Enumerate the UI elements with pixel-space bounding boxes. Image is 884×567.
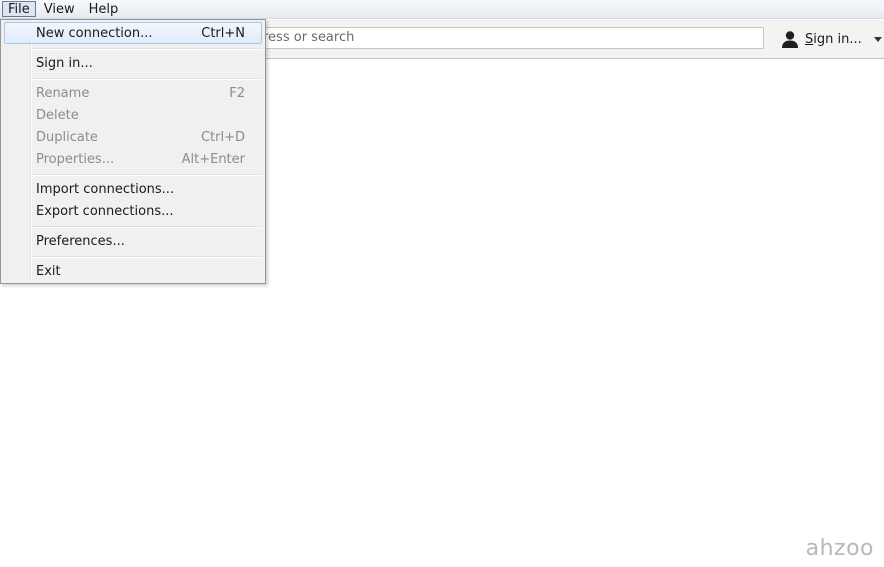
menu-item-label: Import connections... xyxy=(36,182,175,197)
menu-view[interactable]: View xyxy=(38,1,81,17)
menu-item-shortcut: Ctrl+D xyxy=(200,130,245,145)
menu-item-shortcut: Alt+Enter xyxy=(181,152,245,167)
address-placeholder-text: ress or search xyxy=(263,30,355,45)
file-dropdown-menu: New connection... Ctrl+N Sign in... Rena… xyxy=(0,19,266,284)
menu-file[interactable]: File xyxy=(2,1,36,17)
menu-item-import-connections[interactable]: Import connections... xyxy=(4,178,262,200)
menu-item-label: Sign in... xyxy=(36,56,93,71)
menu-item-label: Duplicate xyxy=(36,130,98,145)
menu-bar: File View Help xyxy=(0,0,884,19)
menu-separator xyxy=(32,48,262,50)
menu-help[interactable]: Help xyxy=(83,1,125,17)
menu-item-label: Rename xyxy=(36,86,90,101)
menu-separator xyxy=(32,226,262,228)
menu-item-label: New connection... xyxy=(36,26,153,41)
menu-item-label: Preferences... xyxy=(36,234,125,249)
menu-item-delete[interactable]: Delete xyxy=(4,104,262,126)
sign-in-label: Sign in... xyxy=(805,31,862,47)
menu-item-properties[interactable]: Properties... Alt+Enter xyxy=(4,148,262,170)
watermark-text: ahzoo xyxy=(805,536,874,561)
menu-item-label: Delete xyxy=(36,108,79,123)
chevron-down-icon[interactable] xyxy=(873,36,882,42)
app-window: File View Help ress or search Sign in...… xyxy=(0,0,884,567)
menu-item-preferences[interactable]: Preferences... xyxy=(4,230,262,252)
user-icon xyxy=(782,31,798,48)
menu-item-shortcut: Ctrl+N xyxy=(201,26,245,41)
menu-item-new-connection[interactable]: New connection... Ctrl+N xyxy=(4,22,262,44)
menu-item-shortcut: F2 xyxy=(229,86,245,101)
menu-item-duplicate[interactable]: Duplicate Ctrl+D xyxy=(4,126,262,148)
menu-item-sign-in[interactable]: Sign in... xyxy=(4,52,262,74)
menu-item-rename[interactable]: Rename F2 xyxy=(4,82,262,104)
sign-in-button[interactable]: Sign in... xyxy=(780,28,882,50)
menu-separator xyxy=(32,78,262,80)
address-search-input[interactable]: ress or search xyxy=(258,27,764,49)
menu-item-label: Properties... xyxy=(36,152,115,167)
menu-separator xyxy=(32,256,262,258)
menu-item-export-connections[interactable]: Export connections... xyxy=(4,200,262,222)
menu-item-exit[interactable]: Exit xyxy=(4,260,262,282)
menu-item-label: Exit xyxy=(36,264,61,279)
menu-item-label: Export connections... xyxy=(36,204,174,219)
menu-separator xyxy=(32,174,262,176)
